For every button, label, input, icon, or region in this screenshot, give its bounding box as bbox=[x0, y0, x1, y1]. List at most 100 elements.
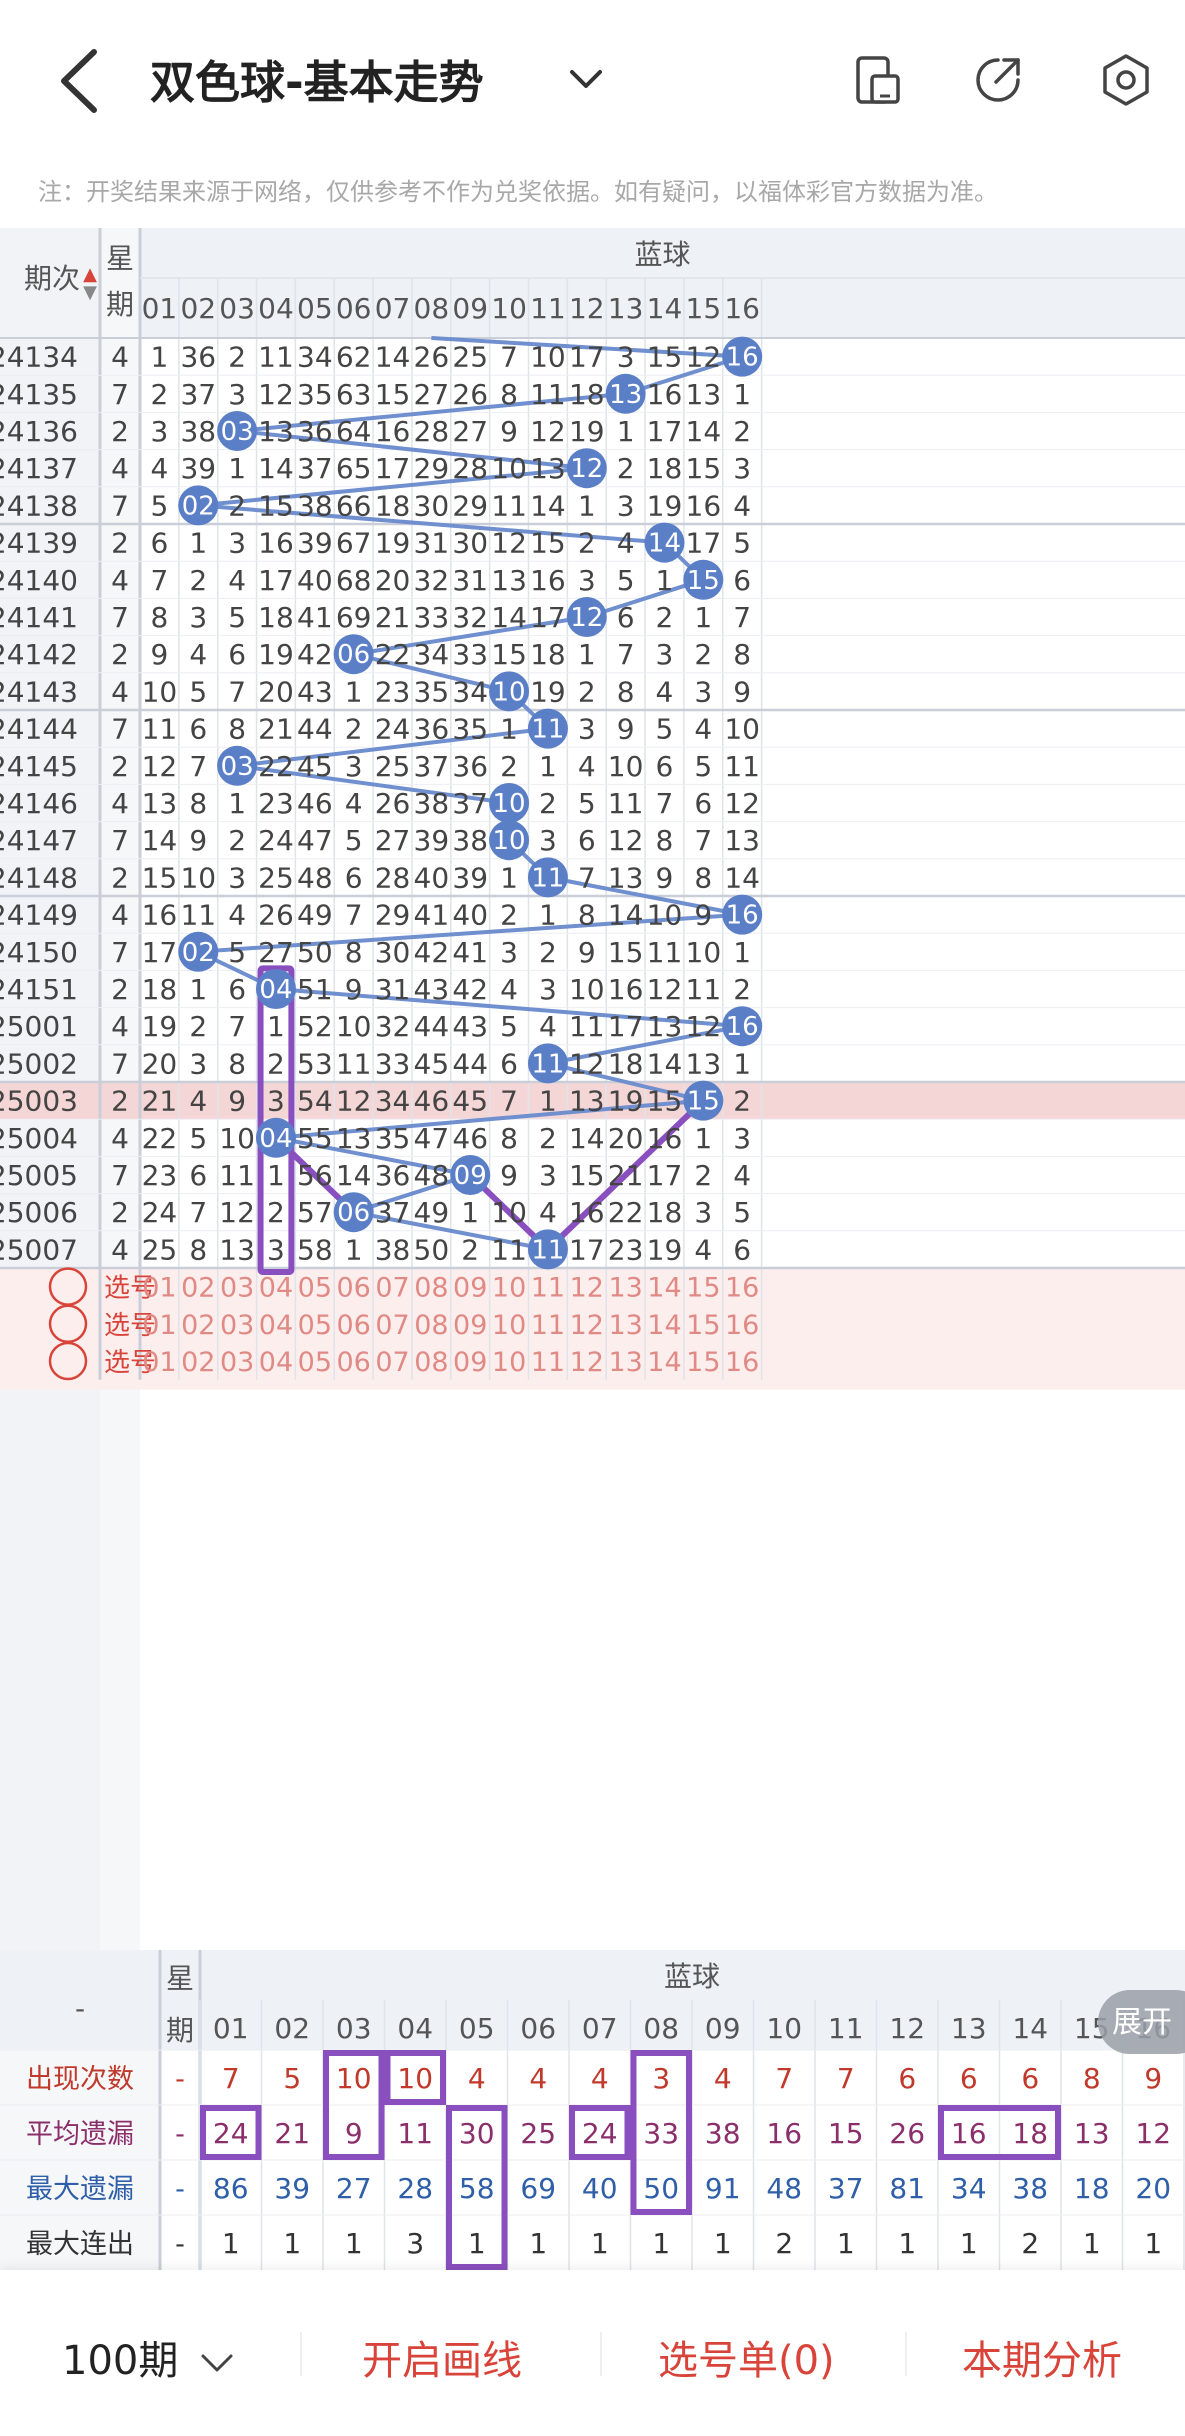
select-number[interactable]: 11 bbox=[531, 1347, 565, 1378]
select-number[interactable]: 13 bbox=[608, 1347, 642, 1378]
select-number[interactable]: 07 bbox=[375, 1310, 409, 1341]
select-number[interactable]: 10 bbox=[492, 1310, 526, 1341]
select-number[interactable]: 05 bbox=[298, 1310, 332, 1341]
chevron-down-icon[interactable] bbox=[566, 60, 606, 100]
stats-value: 1 bbox=[468, 2227, 486, 2260]
select-number[interactable]: 10 bbox=[492, 1273, 526, 1304]
page-title[interactable]: 双色球-基本走势 bbox=[150, 46, 484, 111]
select-number[interactable]: 13 bbox=[608, 1273, 642, 1304]
select-number[interactable]: 15 bbox=[686, 1273, 720, 1304]
back-icon[interactable] bbox=[50, 46, 110, 116]
select-number[interactable]: 05 bbox=[298, 1273, 332, 1304]
select-number[interactable]: 09 bbox=[453, 1273, 487, 1304]
missing-count: 4 bbox=[694, 1233, 712, 1266]
select-number[interactable]: 05 bbox=[298, 1347, 332, 1378]
missing-count: 4 bbox=[733, 1159, 751, 1192]
select-number[interactable]: 03 bbox=[220, 1273, 254, 1304]
select-number[interactable]: 11 bbox=[531, 1310, 565, 1341]
missing-count: 4 bbox=[345, 787, 363, 820]
missing-count: 15 bbox=[569, 1159, 605, 1192]
column-header: 03 bbox=[219, 292, 255, 325]
select-number[interactable]: 11 bbox=[531, 1273, 565, 1304]
share-icon[interactable] bbox=[970, 52, 1026, 108]
select-number[interactable]: 02 bbox=[181, 1310, 215, 1341]
missing-count: 19 bbox=[569, 415, 605, 448]
select-number[interactable]: 08 bbox=[414, 1273, 448, 1304]
missing-count: 4 bbox=[656, 675, 674, 708]
sort-down-icon[interactable]: ▼ bbox=[83, 282, 97, 303]
missing-count: 11 bbox=[491, 1233, 527, 1266]
missing-count: 14 bbox=[258, 452, 294, 485]
select-number[interactable]: 02 bbox=[181, 1347, 215, 1378]
missing-count: 1 bbox=[228, 787, 246, 820]
missing-count: 2 bbox=[267, 1047, 285, 1080]
select-number[interactable]: 03 bbox=[220, 1310, 254, 1341]
issue-number: 24136 bbox=[0, 415, 78, 448]
analysis-button[interactable]: 本期分析 bbox=[962, 2328, 1122, 2386]
select-number[interactable]: 16 bbox=[725, 1347, 759, 1378]
week-day: 2 bbox=[111, 1196, 129, 1229]
select-number[interactable]: 15 bbox=[686, 1347, 720, 1378]
select-number[interactable]: 07 bbox=[375, 1273, 409, 1304]
stats-value: 25 bbox=[520, 2117, 556, 2150]
missing-count: 15 bbox=[530, 527, 566, 560]
week-day: 7 bbox=[111, 713, 129, 746]
select-number[interactable]: 14 bbox=[647, 1273, 681, 1304]
missing-count: 27 bbox=[375, 824, 411, 857]
select-number[interactable]: 12 bbox=[570, 1273, 604, 1304]
select-number[interactable]: 06 bbox=[336, 1347, 370, 1378]
missing-count: 17 bbox=[375, 452, 411, 485]
stats-value: 91 bbox=[705, 2172, 741, 2205]
select-number[interactable]: 04 bbox=[259, 1310, 293, 1341]
select-number[interactable]: 01 bbox=[142, 1273, 176, 1304]
select-number[interactable]: 09 bbox=[453, 1347, 487, 1378]
select-number[interactable]: 07 bbox=[375, 1347, 409, 1378]
select-number[interactable]: 12 bbox=[570, 1310, 604, 1341]
missing-count: 2 bbox=[578, 675, 596, 708]
issue-header[interactable]: 期次 bbox=[24, 262, 80, 295]
select-number[interactable]: 15 bbox=[686, 1310, 720, 1341]
blue-ball-number: 15 bbox=[687, 1087, 720, 1117]
missing-count: 31 bbox=[414, 527, 450, 560]
select-number[interactable]: 12 bbox=[570, 1347, 604, 1378]
missing-count: 9 bbox=[500, 415, 518, 448]
select-number[interactable]: 08 bbox=[414, 1347, 448, 1378]
stats-dash: - bbox=[75, 1992, 85, 2025]
missing-count: 8 bbox=[189, 787, 207, 820]
missing-count: 18 bbox=[647, 1196, 683, 1229]
select-number[interactable]: 10 bbox=[492, 1347, 526, 1378]
missing-count: 5 bbox=[578, 787, 596, 820]
selection-list-button[interactable]: 选号单(0) bbox=[658, 2328, 835, 2386]
select-number[interactable]: 16 bbox=[725, 1273, 759, 1304]
missing-count: 14 bbox=[686, 415, 722, 448]
missing-count: 50 bbox=[414, 1233, 450, 1266]
select-number[interactable]: 02 bbox=[181, 1273, 215, 1304]
select-number[interactable]: 06 bbox=[336, 1310, 370, 1341]
missing-count: 6 bbox=[578, 824, 596, 857]
draw-line-button[interactable]: 开启画线 bbox=[362, 2328, 522, 2386]
select-number[interactable]: 03 bbox=[220, 1347, 254, 1378]
missing-count: 29 bbox=[452, 489, 488, 522]
select-number[interactable]: 06 bbox=[336, 1273, 370, 1304]
settings-icon[interactable] bbox=[1098, 52, 1154, 108]
select-number[interactable]: 04 bbox=[259, 1273, 293, 1304]
expand-button[interactable]: 展开 bbox=[1112, 2005, 1172, 2040]
period-select[interactable]: 100期 bbox=[62, 2328, 235, 2386]
select-number[interactable]: 16 bbox=[725, 1310, 759, 1341]
missing-count: 27 bbox=[452, 415, 488, 448]
select-number[interactable]: 14 bbox=[647, 1347, 681, 1378]
select-number[interactable]: 04 bbox=[259, 1347, 293, 1378]
select-number[interactable]: 13 bbox=[608, 1310, 642, 1341]
top-bar: 双色球-基本走势 bbox=[0, 0, 1185, 160]
select-number[interactable]: 14 bbox=[647, 1310, 681, 1341]
stats-value: 38 bbox=[705, 2117, 741, 2150]
select-number[interactable]: 01 bbox=[142, 1310, 176, 1341]
missing-count: 3 bbox=[267, 1233, 285, 1266]
select-number[interactable]: 01 bbox=[142, 1347, 176, 1378]
select-number[interactable]: 08 bbox=[414, 1310, 448, 1341]
column-header: 13 bbox=[608, 292, 644, 325]
select-number[interactable]: 09 bbox=[453, 1310, 487, 1341]
device-icon[interactable] bbox=[850, 52, 906, 108]
blue-ball-number: 09 bbox=[454, 1161, 487, 1191]
missing-count: 66 bbox=[336, 489, 372, 522]
